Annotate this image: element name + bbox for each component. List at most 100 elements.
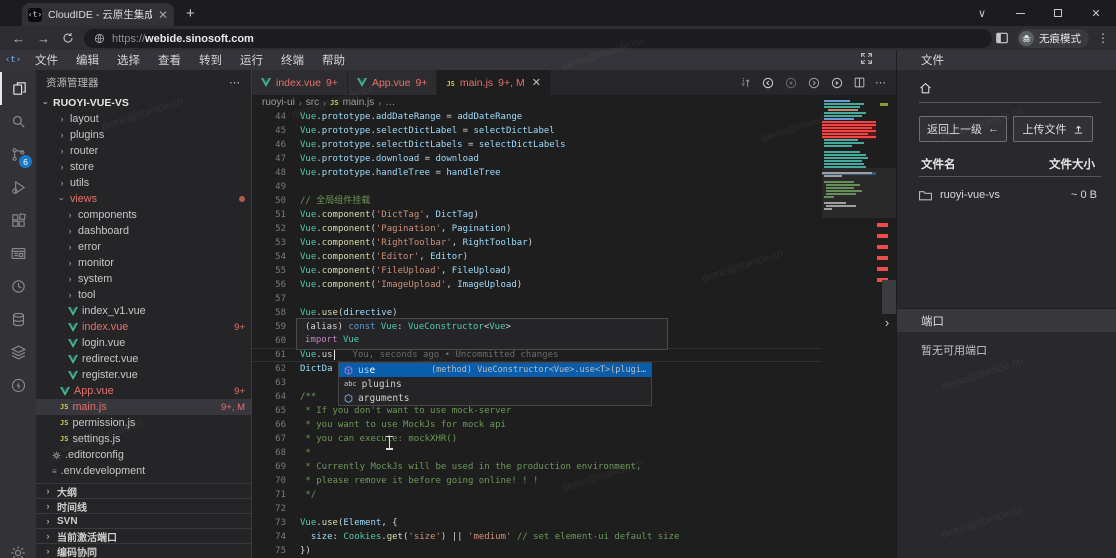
home-icon[interactable]	[919, 82, 932, 95]
panel-expand-chevron-icon[interactable]: ›	[878, 310, 896, 334]
scrollbar-thumb[interactable]	[882, 280, 896, 314]
explorer-more-icon[interactable]: ⋯	[229, 76, 241, 89]
tree-item-layout[interactable]: ›layout	[36, 111, 251, 127]
code-line-71[interactable]: */	[300, 488, 822, 502]
code-line-55[interactable]: Vue.component('FileUpload', FileUpload)	[300, 264, 822, 278]
layers-icon[interactable]	[0, 336, 36, 369]
menu-转到[interactable]: 转到	[190, 52, 231, 68]
code-line-70[interactable]: * please remove it before going online! …	[300, 474, 822, 488]
navigate-dot-icon[interactable]	[784, 76, 798, 90]
minimap-viewport[interactable]	[822, 168, 896, 218]
tree-item-dashboard[interactable]: ›dashboard	[36, 223, 251, 239]
tab-main.js[interactable]: JSmain.js9+, M✕	[437, 70, 550, 95]
browser-menu-icon[interactable]: ⋮	[1097, 31, 1110, 45]
tree-item-redirect.vue[interactable]: redirect.vue	[36, 351, 251, 367]
breadcrumb-item[interactable]: src	[306, 97, 319, 108]
tree-item-plugins[interactable]: ›plugins	[36, 127, 251, 143]
tree-item-login.vue[interactable]: login.vue	[36, 335, 251, 351]
editor-more-icon[interactable]: ⋯	[875, 76, 886, 89]
bolt-icon[interactable]	[0, 369, 36, 402]
code-line-44[interactable]: Vue.prototype.addDateRange = addDateRang…	[300, 110, 822, 124]
extensions-icon[interactable]	[0, 204, 36, 237]
tree-item-index_v1.vue[interactable]: index_v1.vue	[36, 303, 251, 319]
preview-panel-icon[interactable]	[0, 237, 36, 270]
section-大纲[interactable]: ›大纲	[36, 483, 252, 498]
code-line-67[interactable]: * you can execute: mockXHR()	[300, 432, 822, 446]
url-bar[interactable]: https:// webide.sinosoft.com	[84, 29, 992, 48]
tree-item-.env.development[interactable]: ≡.env.development	[36, 463, 251, 479]
tree-item-index.vue[interactable]: index.vue9+	[36, 319, 251, 335]
browser-tab[interactable]: ‹t› CloudIDE - 云原生集成开发环境 ✕	[22, 3, 174, 26]
breadcrumb-item[interactable]: …	[385, 97, 395, 108]
tree-item-views[interactable]: ›views	[36, 191, 251, 207]
tab-App.vue[interactable]: App.vue9+	[348, 70, 438, 95]
tree-root[interactable]: › RUOYI-VUE-VS	[36, 95, 251, 111]
section-SVN[interactable]: ›SVN	[36, 513, 252, 528]
tree-item-main.js[interactable]: JSmain.js9+, M	[36, 399, 251, 415]
menu-文件[interactable]: 文件	[26, 52, 67, 68]
tab-index.vue[interactable]: index.vue9+	[252, 70, 348, 95]
run-file-icon[interactable]	[830, 76, 844, 90]
tree-item-system[interactable]: ›system	[36, 271, 251, 287]
code-line-51[interactable]: Vue.component('DictTag', DictTag)	[300, 208, 822, 222]
go-up-button[interactable]: 返回上一级 ←	[919, 116, 1007, 142]
code-line-74[interactable]: size: Cookies.get('size') || 'medium' //…	[300, 530, 822, 544]
search-icon[interactable]	[0, 105, 36, 138]
tab-close-icon[interactable]: ✕	[158, 9, 168, 21]
source-control-icon[interactable]: 6	[0, 138, 36, 171]
code-line-66[interactable]: * you want to use MockJs for mock api	[300, 418, 822, 432]
menu-运行[interactable]: 运行	[231, 52, 272, 68]
suggest-item-plugins[interactable]: abcplugins	[339, 377, 651, 391]
menu-编辑[interactable]: 编辑	[67, 52, 108, 68]
ports-section-header[interactable]: 端口	[897, 308, 1116, 332]
minimize-icon[interactable]	[1014, 13, 1026, 14]
navigate-back-icon[interactable]	[761, 76, 775, 90]
code-line-72[interactable]	[300, 502, 822, 516]
code-line-52[interactable]: Vue.component('Pagination', Pagination)	[300, 222, 822, 236]
forward-icon[interactable]: →	[37, 31, 50, 46]
explorer-icon[interactable]	[0, 72, 36, 105]
code-line-45[interactable]: Vue.prototype.selectDictLabel = selectDi…	[300, 124, 822, 138]
code-line-56[interactable]: Vue.component('ImageUpload', ImageUpload…	[300, 278, 822, 292]
database-icon[interactable]	[0, 303, 36, 336]
fullscreen-icon[interactable]	[860, 52, 873, 65]
code-line-75[interactable]: })	[300, 544, 822, 558]
chevron-down-icon[interactable]: ∨	[976, 7, 988, 20]
breadcrumb-item[interactable]: ruoyi-ui	[262, 97, 295, 108]
code-line-61[interactable]: Vue.usYou, seconds ago • Uncommitted cha…	[300, 348, 822, 362]
back-icon[interactable]: ←	[12, 31, 25, 46]
suggest-item-arguments[interactable]: arguments	[339, 391, 651, 405]
upload-file-button[interactable]: 上传文件	[1013, 116, 1093, 142]
incognito-badge[interactable]: 无痕模式	[1017, 29, 1089, 48]
menu-终端[interactable]: 终端	[272, 52, 313, 68]
tree-item-components[interactable]: ›components	[36, 207, 251, 223]
editor-group[interactable]: index.vue9+App.vue9+JSmain.js9+, M✕ ⋯ ru…	[252, 70, 896, 558]
menu-查看[interactable]: 查看	[149, 52, 190, 68]
code-line-57[interactable]	[300, 292, 822, 306]
tree-item-tool[interactable]: ›tool	[36, 287, 251, 303]
code-line-49[interactable]	[300, 180, 822, 194]
code-line-46[interactable]: Vue.prototype.selectDictLabels = selectD…	[300, 138, 822, 152]
settings-gear-icon[interactable]	[0, 536, 36, 558]
code-line-68[interactable]: *	[300, 446, 822, 460]
maximize-icon[interactable]	[1052, 9, 1064, 17]
code-line-73[interactable]: Vue.use(Element, {	[300, 516, 822, 530]
section-当前激活端口[interactable]: ›当前激活端口	[36, 528, 252, 543]
navigate-forward-icon[interactable]	[807, 76, 821, 90]
code-line-54[interactable]: Vue.component('Editor', Editor)	[300, 250, 822, 264]
run-debug-icon[interactable]	[0, 171, 36, 204]
suggest-item-use[interactable]: use(method) VueConstructor<Vue>.use<T>(p…	[339, 363, 651, 377]
new-tab-button[interactable]: +	[186, 5, 195, 22]
menu-选择[interactable]: 选择	[108, 52, 149, 68]
tree-item-error[interactable]: ›error	[36, 239, 251, 255]
tree-item-App.vue[interactable]: App.vue9+	[36, 383, 251, 399]
tree-item-utils[interactable]: ›utils	[36, 175, 251, 191]
code-line-53[interactable]: Vue.component('RightToolbar', RightToolb…	[300, 236, 822, 250]
code-line-69[interactable]: * Currently MockJs will be used in the p…	[300, 460, 822, 474]
file-row-ruoyi-vue-vs[interactable]: ruoyi-vue-vs~ 0 B	[919, 186, 1101, 204]
history-icon[interactable]	[0, 270, 36, 303]
tree-item-settings.js[interactable]: JSsettings.js	[36, 431, 251, 447]
section-编码协同[interactable]: ›编码协同	[36, 543, 252, 558]
side-panel-icon[interactable]	[995, 31, 1009, 45]
tree-item-.editorconfig[interactable]: .editorconfig	[36, 447, 251, 463]
